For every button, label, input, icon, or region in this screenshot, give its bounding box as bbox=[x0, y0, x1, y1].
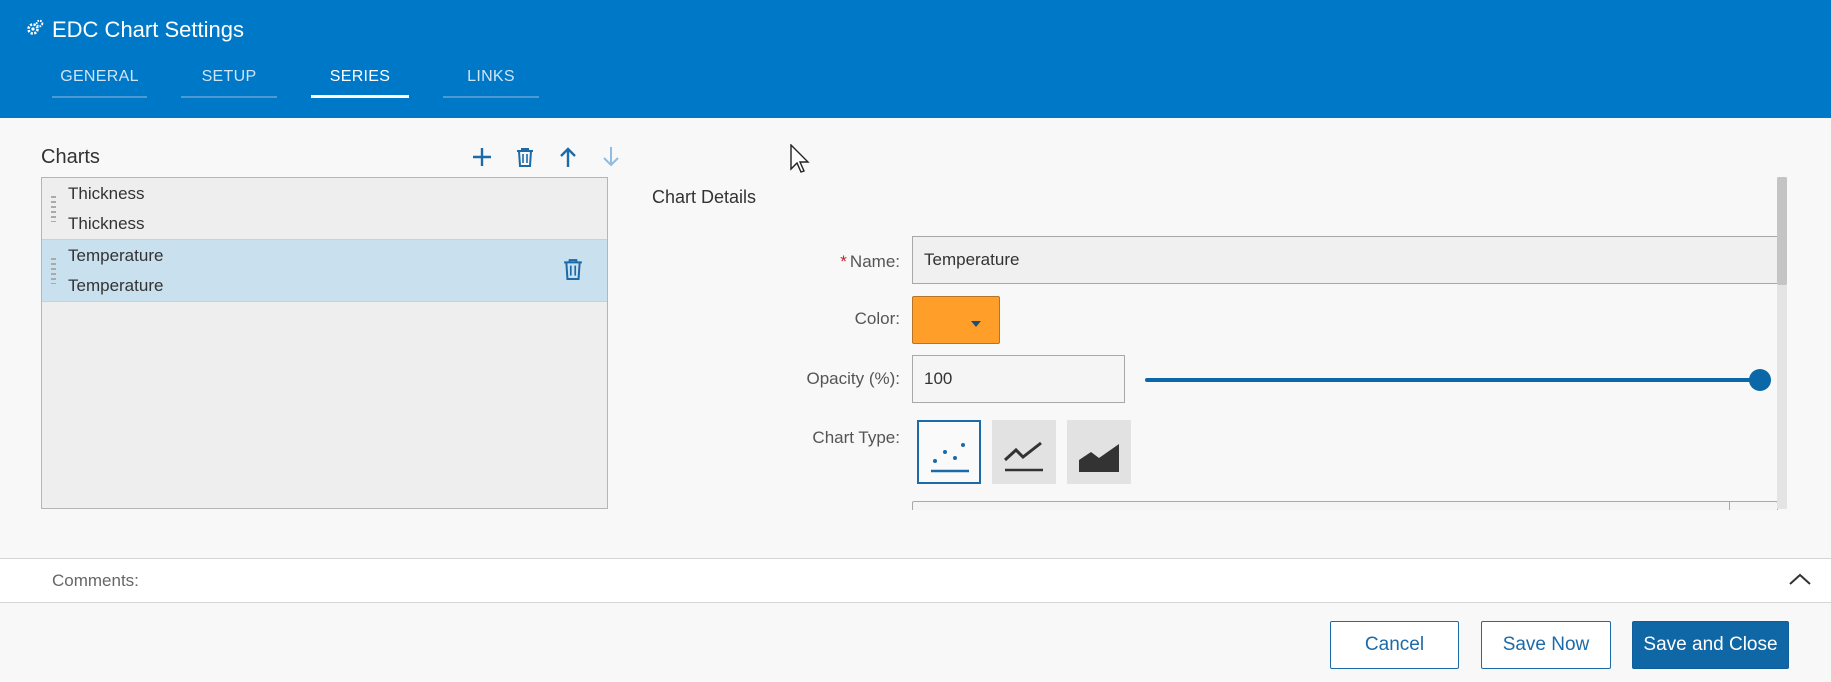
list-item[interactable]: Thickness Thickness bbox=[42, 178, 607, 240]
mouse-cursor-icon bbox=[790, 144, 810, 173]
drag-handle-icon[interactable] bbox=[51, 196, 56, 222]
chevron-up-icon[interactable] bbox=[1788, 571, 1812, 592]
partial-field[interactable] bbox=[912, 501, 1778, 510]
item-subtitle: Temperature bbox=[68, 276, 164, 295]
trash-icon bbox=[564, 259, 582, 280]
cancel-button[interactable]: Cancel bbox=[1330, 621, 1459, 669]
scrollbar-thumb[interactable] bbox=[1777, 177, 1787, 285]
scatter-chart-icon bbox=[931, 443, 969, 473]
tab-links[interactable]: LINKS bbox=[443, 66, 539, 98]
plus-icon bbox=[472, 148, 491, 166]
tab-setup[interactable]: SETUP bbox=[181, 66, 277, 98]
window-title: EDC Chart Settings bbox=[52, 17, 244, 42]
charts-toolbar bbox=[460, 144, 632, 170]
name-field[interactable]: Temperature bbox=[912, 236, 1778, 284]
opacity-slider-handle[interactable] bbox=[1749, 369, 1771, 391]
chart-type-label: Chart Type: bbox=[812, 428, 900, 447]
delete-chart-button[interactable] bbox=[503, 144, 546, 170]
chart-type-scatter-button[interactable] bbox=[917, 420, 981, 484]
list-item[interactable]: Temperature Temperature bbox=[42, 240, 607, 302]
charts-panel-title: Charts bbox=[41, 146, 100, 168]
color-label: Color: bbox=[854, 309, 900, 328]
opacity-label: Opacity (%): bbox=[806, 369, 900, 388]
add-chart-button[interactable] bbox=[460, 144, 503, 170]
chart-type-area-button[interactable] bbox=[1067, 420, 1131, 484]
item-delete-button[interactable] bbox=[563, 257, 583, 286]
charts-list: Thickness Thickness Temperature Temperat… bbox=[41, 177, 608, 509]
save-now-button[interactable]: Save Now bbox=[1481, 621, 1611, 669]
opacity-slider[interactable] bbox=[1145, 378, 1761, 382]
line-chart-icon bbox=[1003, 441, 1043, 472]
name-label: * Name: bbox=[840, 252, 900, 271]
gear-icon bbox=[26, 19, 44, 41]
arrow-up-icon bbox=[559, 147, 576, 167]
field-divider bbox=[1729, 502, 1730, 510]
tab-general[interactable]: GENERAL bbox=[52, 66, 147, 98]
color-picker-button[interactable] bbox=[912, 296, 1000, 344]
move-down-button[interactable] bbox=[589, 144, 632, 170]
opacity-field[interactable]: 100 bbox=[912, 355, 1125, 403]
move-up-button[interactable] bbox=[546, 144, 589, 170]
area-chart-icon bbox=[1079, 444, 1119, 472]
chart-details-title: Chart Details bbox=[652, 187, 757, 207]
item-name: Thickness bbox=[68, 184, 145, 203]
comments-bar[interactable]: Comments: bbox=[0, 558, 1831, 603]
chart-type-line-button[interactable] bbox=[992, 420, 1056, 484]
comments-label: Comments: bbox=[52, 571, 139, 590]
details-scrollbar[interactable] bbox=[1777, 177, 1787, 509]
save-and-close-button[interactable]: Save and Close bbox=[1632, 621, 1789, 669]
title-row: EDC Chart Settings bbox=[26, 17, 244, 43]
item-name: Temperature bbox=[68, 246, 164, 265]
item-subtitle: Thickness bbox=[68, 214, 145, 233]
app-header: EDC Chart Settings GENERAL SETUP SERIES … bbox=[0, 0, 1831, 118]
required-marker: * bbox=[840, 252, 847, 271]
tab-bar: GENERAL SETUP SERIES LINKS bbox=[52, 66, 573, 98]
drag-handle-icon[interactable] bbox=[51, 258, 56, 284]
trash-icon bbox=[516, 148, 533, 167]
tab-series[interactable]: SERIES bbox=[311, 66, 409, 98]
arrow-down-icon bbox=[602, 147, 619, 167]
chevron-down-icon bbox=[971, 321, 981, 327]
